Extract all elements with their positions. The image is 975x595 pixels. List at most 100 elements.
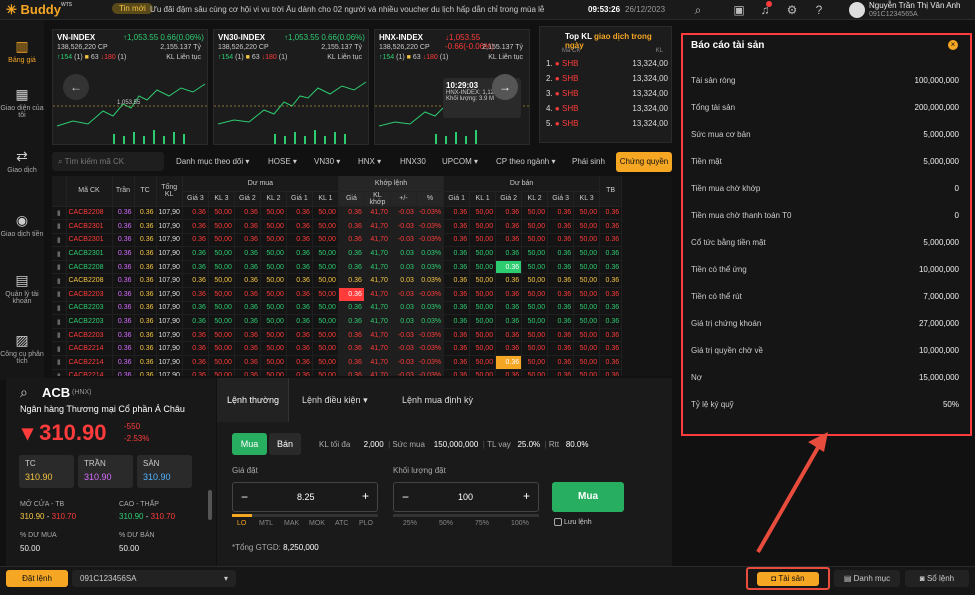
tab-lenh-dieu-kien[interactable]: Lệnh điều kiện ▾ (302, 395, 368, 406)
stock-code-cell[interactable]: CACB2203 (66, 287, 113, 302)
tab-lenh-thuong[interactable]: Lệnh thường (217, 378, 289, 422)
stock-code-cell[interactable]: CACB2214 (66, 341, 113, 357)
bookmark-icon[interactable]: ▮ (52, 369, 67, 376)
col-ma-ck[interactable]: Mã CK (66, 176, 113, 207)
news-badge[interactable]: Tin mới (112, 3, 153, 14)
stock-code-cell[interactable]: CACB2214 (66, 355, 113, 370)
bookmark-icon[interactable]: ▮ (52, 206, 67, 221)
index-card-vn30[interactable]: VN30-INDEX ↑1,053.55 0.66(0.06%) 138,526… (213, 29, 370, 145)
stock-code-cell[interactable]: CACB2214 (66, 369, 113, 376)
table-row[interactable]: ▮ CACB2203 0.36 0.36 107,90 0.36 50,00 0.36 50,0… (52, 301, 623, 316)
bookmark-icon[interactable]: ▮ (52, 287, 67, 302)
table-row[interactable]: ▮ CACB2208 0.36 0.36 107,90 0.36 50,00 0.36 50,0… (52, 260, 623, 275)
sidebar-item-giao-dien[interactable]: ▦ Giao diện của tôi (0, 86, 44, 119)
bookmark-icon[interactable]: ▮ (52, 219, 67, 234)
sidebar-item-bang-gia[interactable]: ▥ Bảng giá (0, 38, 44, 64)
table-row[interactable]: ▮ CACB2208 0.36 0.36 107,90 0.36 50,00 0.36 50,0… (52, 206, 623, 221)
buy-tab-button[interactable]: Mua (232, 433, 267, 455)
pct-100[interactable]: 100% (511, 520, 529, 527)
stock-code-cell[interactable]: CACB2208 (66, 273, 113, 289)
next-index-button[interactable]: → (492, 74, 518, 100)
bookmark-icon[interactable]: ▮ (52, 328, 67, 343)
list-item[interactable]: 3. ● SHB 13,324,00 (546, 89, 670, 98)
price-stepper[interactable]: − 8.25 + (232, 482, 378, 512)
filter-hnx30[interactable]: HNX30 (400, 157, 426, 166)
list-item[interactable]: 5. ● SHB 13,324,00 (546, 119, 670, 128)
stock-code-cell[interactable]: CACB2301 (66, 246, 113, 261)
submit-buy-button[interactable]: Mua (552, 482, 624, 512)
app-logo[interactable]: ✳ BuddyWTS (6, 2, 72, 18)
table-row[interactable]: ▮ CACB2301 0.36 0.36 107,90 0.36 50,00 0.36 50,0… (52, 219, 623, 234)
filter-cp-nganh[interactable]: CP theo ngành ▾ (496, 157, 555, 166)
list-item[interactable]: 1. ● SHB 13,324,00 (546, 59, 670, 68)
plus-icon[interactable]: + (523, 489, 530, 503)
stock-code-cell[interactable]: CACB2203 (66, 301, 113, 316)
save-order-checkbox[interactable]: Lưu lệnh (554, 518, 592, 526)
place-order-button[interactable]: Đặt lệnh (6, 570, 68, 587)
bookmark-icon[interactable]: ▮ (52, 355, 67, 370)
table-row[interactable]: ▮ CACB2203 0.36 0.36 107,90 0.36 50,00 0.36 50,0… (52, 328, 623, 343)
briefcase-icon[interactable]: ▣ (731, 2, 747, 18)
sidebar-item-giao-dich[interactable]: ⇄ Giao dịch (0, 148, 44, 174)
help-icon[interactable]: ? (811, 2, 827, 18)
stock-code-cell[interactable]: CACB2301 (66, 219, 113, 234)
order-book-button[interactable]: ◙ Sổ lệnh (905, 570, 969, 587)
table-row[interactable]: ▮CACB22140.360.36107,900.3650,000.3650,0… (52, 341, 623, 357)
pct-50[interactable]: 50% (439, 520, 453, 527)
stock-code-cell[interactable]: CACB2208 (66, 260, 113, 275)
portfolio-button[interactable]: ▤ Danh mục (834, 570, 900, 587)
order-type-mtl[interactable]: MTL (259, 520, 273, 527)
filter-chung-quyen[interactable]: Chứng quyền (616, 152, 672, 172)
table-row[interactable]: ▮CACB22140.360.36107,900.3650,000.3650,0… (52, 355, 623, 370)
scrollbar[interactable] (208, 490, 212, 520)
filter-upcom[interactable]: UPCOM ▾ (442, 157, 478, 166)
list-item[interactable]: 2. ● SHB 13,324,00 (546, 74, 670, 83)
stock-code-cell[interactable]: CACB2208 (66, 206, 113, 221)
bookmark-icon[interactable]: ▮ (52, 246, 67, 261)
news-ticker[interactable]: Ưu đãi đậm sâu cùng cơ hội vi vu trời Âu… (150, 5, 555, 14)
search-icon[interactable]: ⌕ (20, 384, 28, 401)
bookmark-icon[interactable]: ▮ (52, 233, 67, 248)
list-item[interactable]: 4. ● SHB 13,324,00 (546, 104, 670, 113)
sidebar-item-quan-ly[interactable]: ▤ Quản lý tài khoản (0, 272, 44, 305)
order-type-lo[interactable]: LO (237, 520, 246, 527)
account-select[interactable]: 091C123456SA ▾ (72, 570, 236, 587)
order-type-mak[interactable]: MAK (284, 520, 299, 527)
search-input[interactable]: ⌕ Tìm kiếm mã CK (52, 152, 164, 171)
search-icon[interactable]: ⌕ (690, 2, 706, 18)
pct-75[interactable]: 75% (475, 520, 489, 527)
index-card-hnx[interactable]: HNX-INDEX ↓1,053.55 -0.66(-0.06%) 138,52… (374, 29, 531, 145)
tab-lenh-dinh-ky[interactable]: Lệnh mua định kỳ (402, 395, 473, 405)
stock-code-cell[interactable]: CACB2203 (66, 328, 113, 343)
order-type-plo[interactable]: PLO (359, 520, 373, 527)
table-row[interactable]: ▮ CACB2208 0.36 0.36 107,90 0.36 50,00 0.36 50,0… (52, 273, 623, 289)
bookmark-icon[interactable]: ▮ (52, 260, 67, 275)
minus-icon[interactable]: − (402, 490, 409, 504)
stock-code-cell[interactable]: CACB2203 (66, 314, 113, 329)
filter-phai-sinh[interactable]: Phái sinh (572, 157, 605, 166)
bookmark-icon[interactable]: ▮ (52, 301, 67, 316)
qty-input[interactable]: 100 (458, 492, 473, 502)
close-icon[interactable]: × (948, 40, 958, 50)
order-type-atc[interactable]: ATC (335, 520, 348, 527)
pct-25[interactable]: 25% (403, 520, 417, 527)
index-card-vnindex[interactable]: VN-INDEX ↑1,053.55 0.66(0.06%) 138,526,2… (52, 29, 209, 145)
sidebar-item-giao-dich-tien[interactable]: ◉ Giao dịch tiền (0, 212, 44, 238)
filter-hnx[interactable]: HNX ▾ (358, 157, 381, 166)
stock-code-cell[interactable]: CACB2301 (66, 233, 113, 248)
table-row[interactable]: ▮ CACB2301 0.36 0.36 107,90 0.36 50,00 0.36 50,0… (52, 233, 623, 248)
bookmark-icon[interactable]: ▮ (52, 314, 67, 329)
filter-hose[interactable]: HOSE ▾ (268, 157, 297, 166)
sidebar-item-cong-cu[interactable]: ▨ Công cụ phân tích (0, 332, 44, 365)
bookmark-icon[interactable]: ▮ (52, 273, 67, 289)
qty-stepper[interactable]: − 100 + (393, 482, 539, 512)
prev-index-button[interactable]: ← (63, 74, 89, 100)
bell-icon[interactable]: ♫ (757, 1, 773, 18)
filter-vn30[interactable]: VN30 ▾ (314, 157, 340, 166)
gear-icon[interactable]: ⚙ (784, 2, 800, 18)
plus-icon[interactable]: + (362, 489, 369, 503)
table-row[interactable]: ▮ CACB2203 0.36 0.36 107,90 0.36 50,00 0.36 50,0… (52, 287, 623, 302)
bookmark-icon[interactable]: ▮ (52, 341, 67, 357)
user-name[interactable]: Nguyễn Trần Thị Vân Anh (869, 1, 960, 10)
minus-icon[interactable]: − (241, 490, 248, 504)
